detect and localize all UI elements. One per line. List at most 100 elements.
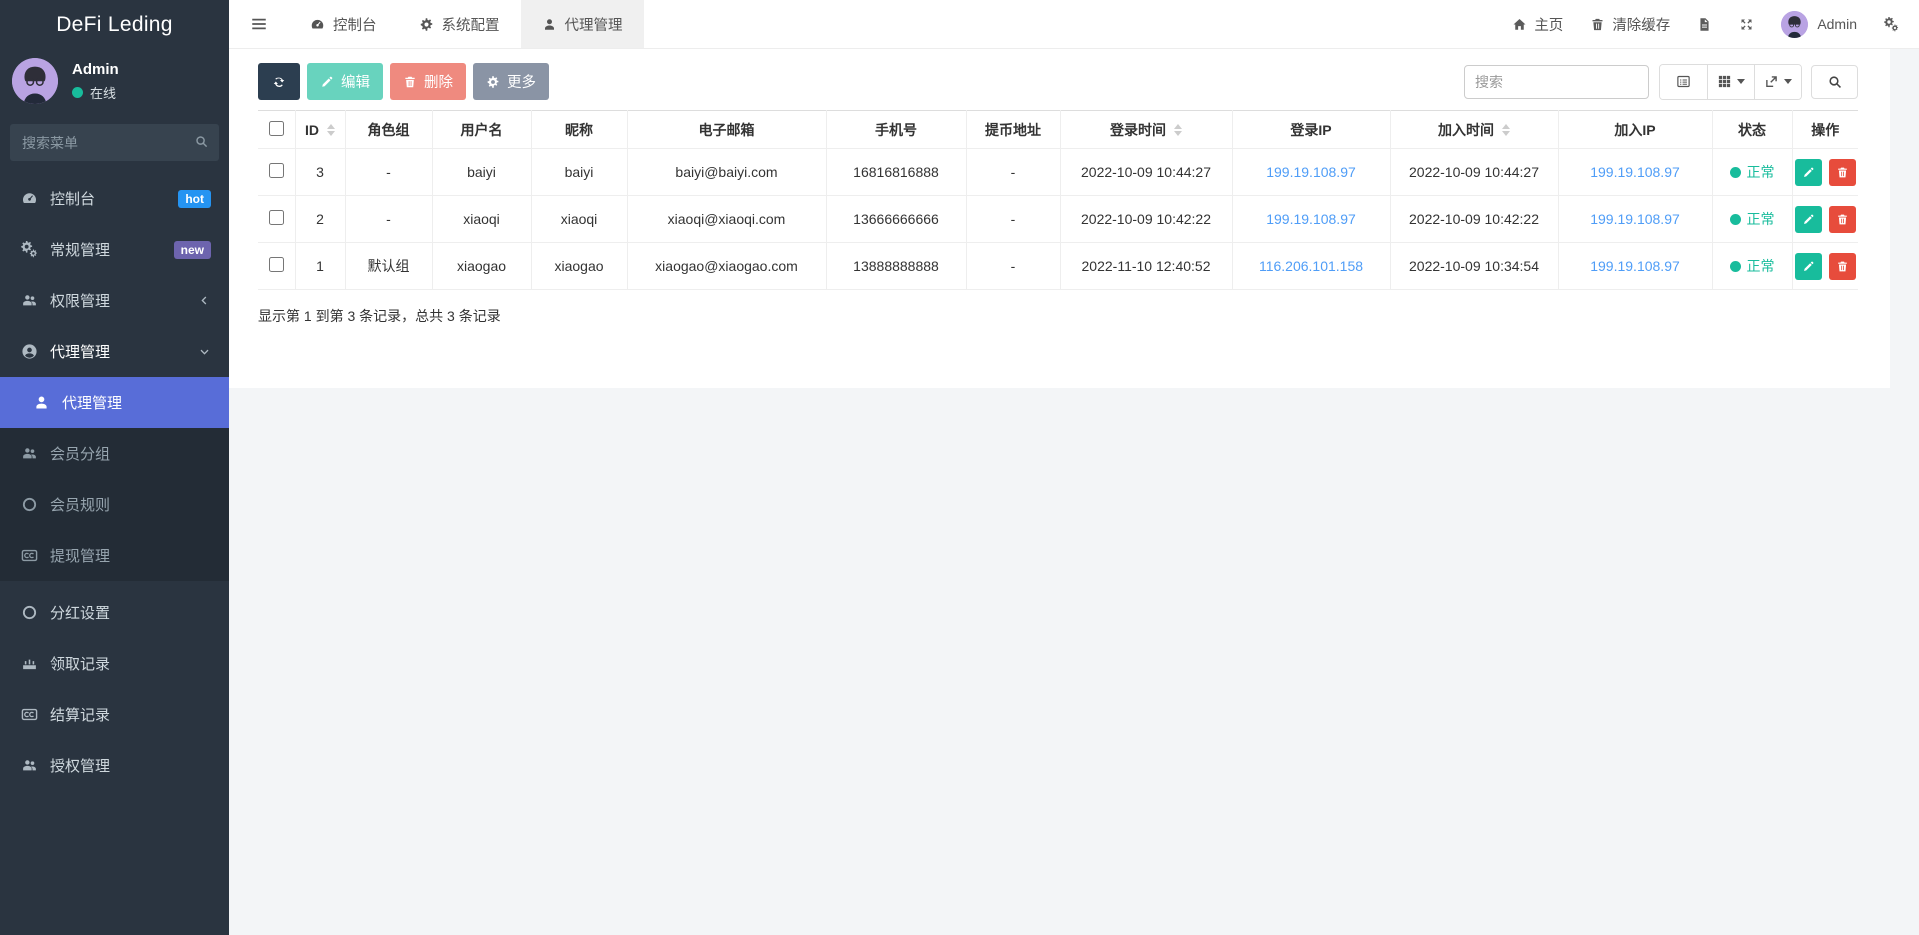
- refresh-button[interactable]: [258, 63, 300, 100]
- cell-email: xiaogao@xiaogao.com: [627, 243, 826, 290]
- column-header-login-time[interactable]: 登录时间: [1060, 111, 1232, 149]
- table-row[interactable]: 3 - baiyi baiyi baiyi@baiyi.com 16816816…: [258, 149, 1858, 196]
- table-row[interactable]: 2 - xiaoqi xiaoqi xiaoqi@xiaoqi.com 1366…: [258, 196, 1858, 243]
- join-ip-link[interactable]: 199.19.108.97: [1590, 258, 1680, 274]
- login-ip-link[interactable]: 199.19.108.97: [1266, 164, 1356, 180]
- row-edit-button[interactable]: [1795, 159, 1822, 186]
- home-link[interactable]: 主页: [1512, 14, 1563, 35]
- clear-cache-link[interactable]: 清除缓存: [1590, 14, 1670, 35]
- table-search-input[interactable]: [1464, 65, 1649, 99]
- tab-dashboard[interactable]: 控制台: [289, 0, 398, 48]
- row-edit-button[interactable]: [1795, 206, 1822, 233]
- cell-id: 1: [295, 243, 345, 290]
- trash-icon: [1836, 260, 1849, 273]
- column-label: 操作: [1811, 122, 1839, 138]
- avatar[interactable]: [12, 58, 58, 104]
- column-header-id[interactable]: ID: [295, 111, 345, 149]
- cell-phone: 16816816888: [826, 149, 966, 196]
- status-badge: 正常: [1730, 162, 1775, 182]
- export-dropdown-button[interactable]: [1754, 65, 1801, 99]
- column-header-username[interactable]: 用户名: [432, 111, 531, 149]
- sidebar-item-member-group[interactable]: 会员分组: [0, 428, 229, 479]
- cell-email: baiyi@baiyi.com: [627, 149, 826, 196]
- row-delete-button[interactable]: [1829, 253, 1856, 280]
- sidebar-item-dividend-settings[interactable]: 分红设置: [0, 587, 229, 638]
- column-header-login-ip[interactable]: 登录IP: [1232, 111, 1390, 149]
- column-label: 加入IP: [1614, 122, 1655, 138]
- join-ip-link[interactable]: 199.19.108.97: [1590, 211, 1680, 227]
- search-icon: [194, 134, 209, 149]
- hot-badge: hot: [178, 190, 211, 208]
- join-ip-link[interactable]: 199.19.108.97: [1590, 164, 1680, 180]
- sidebar-item-label: 分红设置: [50, 602, 211, 623]
- row-delete-button[interactable]: [1829, 159, 1856, 186]
- delete-button[interactable]: 删除: [390, 63, 466, 100]
- sidebar-item-settle-records[interactable]: 结算记录: [0, 689, 229, 740]
- detail-view-button[interactable]: [1660, 65, 1707, 99]
- sidebar-item-general[interactable]: 常规管理 new: [0, 224, 229, 275]
- column-header-phone[interactable]: 手机号: [826, 111, 966, 149]
- list-icon: [1676, 74, 1691, 89]
- cell-join-time: 2022-10-09 10:44:27: [1390, 149, 1558, 196]
- advanced-search-button[interactable]: [1811, 65, 1858, 99]
- sidebar-user-panel: Admin 在线: [0, 50, 229, 118]
- cell-id: 3: [295, 149, 345, 196]
- fullscreen-button[interactable]: [1739, 17, 1754, 32]
- column-header-join-ip[interactable]: 加入IP: [1558, 111, 1712, 149]
- login-ip-link[interactable]: 199.19.108.97: [1266, 211, 1356, 227]
- dashboard-icon: [310, 17, 325, 32]
- columns-dropdown-button[interactable]: [1707, 65, 1754, 99]
- select-all-checkbox[interactable]: [269, 121, 284, 136]
- column-header-withdraw-address[interactable]: 提币地址: [966, 111, 1060, 149]
- export-icon: [1764, 74, 1779, 89]
- cell-nickname: xiaogao: [531, 243, 627, 290]
- row-checkbox[interactable]: [269, 210, 284, 225]
- circle-icon: [21, 496, 38, 513]
- column-header-role-group[interactable]: 角色组: [345, 111, 432, 149]
- cell-id: 2: [295, 196, 345, 243]
- new-badge: new: [174, 241, 211, 259]
- tab-agent-manage[interactable]: 代理管理: [521, 0, 644, 48]
- sidebar-item-auth-manage[interactable]: 授权管理: [0, 740, 229, 791]
- user-menu[interactable]: Admin: [1781, 11, 1857, 38]
- sidebar-item-label: 会员分组: [50, 443, 211, 464]
- row-edit-button[interactable]: [1795, 253, 1822, 280]
- row-checkbox[interactable]: [269, 163, 284, 178]
- settings-button[interactable]: [1884, 17, 1899, 32]
- sidebar-item-permissions[interactable]: 权限管理: [0, 275, 229, 326]
- table-row[interactable]: 1 默认组 xiaogao xiaogao xiaogao@xiaogao.co…: [258, 243, 1858, 290]
- sidebar-item-label: 领取记录: [50, 653, 211, 674]
- sidebar-menu: 控制台 hot 常规管理 new 权限管理 代理管理 代理管理 会员分组: [0, 173, 229, 791]
- column-header-join-time[interactable]: 加入时间: [1390, 111, 1558, 149]
- refresh-icon: [272, 75, 286, 89]
- column-label: 状态: [1738, 122, 1766, 138]
- sidebar-item-label: 权限管理: [50, 290, 198, 311]
- sidebar-item-claim-records[interactable]: 领取记录: [0, 638, 229, 689]
- pencil-icon: [1802, 166, 1815, 179]
- more-button[interactable]: 更多: [473, 63, 549, 100]
- document-button[interactable]: [1697, 17, 1712, 32]
- sidebar-item-withdraw-manage[interactable]: 提现管理: [0, 530, 229, 581]
- cc-icon: [21, 547, 38, 564]
- menu-search-input[interactable]: [10, 124, 219, 161]
- sidebar-item-label: 结算记录: [50, 704, 211, 725]
- tab-system-config[interactable]: 系统配置: [398, 0, 521, 48]
- cell-username: baiyi: [432, 149, 531, 196]
- home-icon: [1512, 17, 1527, 32]
- edit-button[interactable]: 编辑: [307, 63, 383, 100]
- sidebar-item-member-rule[interactable]: 会员规则: [0, 479, 229, 530]
- column-header-email[interactable]: 电子邮箱: [627, 111, 826, 149]
- sidebar-item-agent-manage[interactable]: 代理管理: [0, 377, 229, 428]
- sidebar-item-agent-parent[interactable]: 代理管理: [0, 326, 229, 377]
- column-header-nickname[interactable]: 昵称: [531, 111, 627, 149]
- column-label: 手机号: [875, 122, 917, 138]
- row-delete-button[interactable]: [1829, 206, 1856, 233]
- sidebar: DeFi Leding Admin 在线 控制台 hot 常规管理 new 权限…: [0, 0, 229, 935]
- sidebar-item-dashboard[interactable]: 控制台 hot: [0, 173, 229, 224]
- row-checkbox[interactable]: [269, 257, 284, 272]
- pagination-summary: 显示第 1 到第 3 条记录，总共 3 条记录: [258, 306, 1858, 326]
- column-header-status[interactable]: 状态: [1712, 111, 1792, 149]
- table-header-row: ID 角色组 用户名 昵称 电子邮箱 手机号 提币地址 登录时间 登录IP 加入…: [258, 111, 1858, 149]
- login-ip-link[interactable]: 116.206.101.158: [1259, 258, 1363, 274]
- sidebar-toggle-button[interactable]: [229, 0, 289, 48]
